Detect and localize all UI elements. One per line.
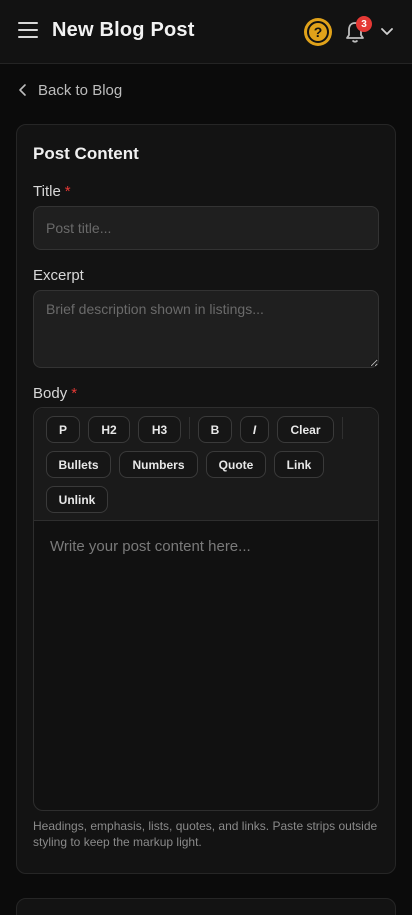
chevron-left-icon bbox=[19, 84, 26, 96]
heading3-button[interactable]: H3 bbox=[138, 416, 181, 443]
help-button[interactable]: ? bbox=[304, 18, 332, 46]
chevron-down-icon[interactable] bbox=[380, 26, 394, 38]
title-input[interactable] bbox=[33, 206, 379, 250]
post-content-card: Post Content Title* Excerpt Body* P H2 H… bbox=[16, 124, 396, 874]
italic-button[interactable]: I bbox=[240, 416, 269, 443]
editor-toolbar: P H2 H3 B I Clear Bullets Numbers Quote … bbox=[34, 408, 378, 521]
heading2-button[interactable]: H2 bbox=[88, 416, 130, 443]
top-bar: New Blog Post ? 3 bbox=[0, 0, 412, 64]
excerpt-textarea[interactable] bbox=[33, 290, 379, 368]
quote-button[interactable]: Quote bbox=[206, 451, 266, 478]
bullets-button[interactable]: Bullets bbox=[46, 451, 111, 478]
clear-format-button[interactable]: Clear bbox=[277, 416, 334, 443]
page-title: New Blog Post bbox=[52, 19, 195, 41]
toolbar-separator bbox=[342, 417, 343, 439]
toolbar-separator bbox=[189, 417, 190, 439]
body-editor-input[interactable]: Write your post content here... bbox=[50, 538, 251, 555]
editor-help-text: Headings, emphasis, lists, quotes, and l… bbox=[33, 819, 378, 849]
body-label: Body * bbox=[33, 385, 78, 402]
unlink-button[interactable]: Unlink bbox=[46, 486, 108, 513]
back-to-blog-link[interactable]: Back to Blog bbox=[18, 80, 122, 100]
required-marker: * bbox=[64, 183, 71, 200]
notification-badge: 3 bbox=[356, 16, 372, 32]
link-button[interactable]: Link bbox=[274, 451, 324, 478]
help-icon: ? bbox=[307, 21, 329, 43]
back-link-label: Back to Blog bbox=[38, 81, 123, 99]
rich-text-editor: P H2 H3 B I Clear Bullets Numbers Quote … bbox=[33, 407, 379, 811]
numbers-button[interactable]: Numbers bbox=[119, 451, 198, 478]
paragraph-button[interactable]: P bbox=[46, 416, 80, 443]
required-marker: * bbox=[71, 385, 78, 402]
section-heading: Post Content bbox=[33, 144, 139, 163]
title-label: Title * bbox=[33, 183, 71, 200]
bold-button[interactable]: B bbox=[198, 416, 232, 443]
next-card bbox=[16, 898, 396, 915]
menu-icon[interactable] bbox=[18, 22, 38, 42]
excerpt-label: Excerpt bbox=[33, 267, 84, 284]
